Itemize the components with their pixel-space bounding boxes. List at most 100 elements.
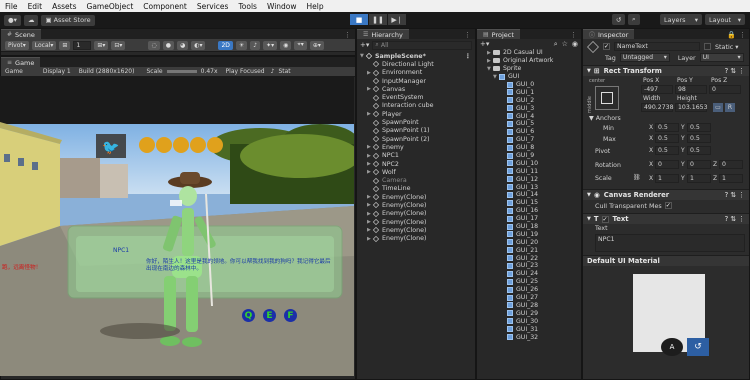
- hierarchy-item[interactable]: Directional Light: [360, 60, 475, 68]
- menu-help[interactable]: Help: [302, 2, 329, 11]
- scale-x-field[interactable]: 1: [655, 174, 679, 183]
- blueprint-mode-icon[interactable]: ▭: [713, 103, 723, 112]
- material-header[interactable]: Default UI Material: [583, 255, 749, 266]
- project-sprite-item[interactable]: GUI_28: [481, 302, 581, 310]
- project-sprite-item[interactable]: GUI_22: [481, 254, 581, 262]
- tab-scene[interactable]: # Scene: [1, 29, 41, 39]
- menu-assets[interactable]: Assets: [47, 2, 81, 11]
- project-sprite-item[interactable]: GUI_4: [481, 112, 581, 120]
- tab-game[interactable]: ≡ Game: [1, 57, 41, 67]
- shading-wireframe-icon[interactable]: ◌: [148, 40, 160, 50]
- component-menu-icon[interactable]: ? ⇅ ⋮: [725, 215, 745, 223]
- project-sprite-item[interactable]: GUI_1: [481, 88, 581, 96]
- canvas-renderer-header[interactable]: ▼ ◉ Canvas Renderer ? ⇅ ⋮: [583, 189, 749, 200]
- rot-y-field[interactable]: 0: [687, 160, 711, 169]
- panel-menu-icon[interactable]: ⋮: [739, 31, 746, 39]
- pos-x-field[interactable]: -497: [641, 85, 673, 94]
- hierarchy-item[interactable]: SpawnPoint (2): [360, 135, 475, 143]
- add-icon[interactable]: +▾: [480, 40, 489, 48]
- menu-gameobject[interactable]: GameObject: [82, 2, 139, 11]
- pivot-toggle[interactable]: Pivot ▾: [5, 40, 29, 50]
- project-sprite-item[interactable]: GUI_20: [481, 238, 581, 246]
- project-folder-row[interactable]: ▼ Sprite: [481, 65, 581, 73]
- tab-project[interactable]: ▤ Project: [477, 29, 520, 39]
- project-sprite-item[interactable]: GUI_12: [481, 175, 581, 183]
- width-field[interactable]: 490.2738: [641, 103, 674, 112]
- hidden-packages-icon[interactable]: ◉: [572, 40, 578, 48]
- audio-toggle-icon[interactable]: ♪: [250, 40, 261, 50]
- display-dropdown[interactable]: Display 1: [43, 68, 71, 75]
- expand-arrow-icon[interactable]: ▶: [367, 202, 373, 208]
- menu-file[interactable]: File: [0, 2, 23, 11]
- project-sprite-item[interactable]: GUI_11: [481, 167, 581, 175]
- increment-snap-icon[interactable]: ⊟▾: [111, 40, 126, 50]
- project-sprite-item[interactable]: GUI_30: [481, 317, 581, 325]
- hierarchy-item[interactable]: ▶ Player: [360, 110, 475, 118]
- pivot-x-field[interactable]: 0.5: [655, 146, 679, 155]
- menu-tools[interactable]: Tools: [233, 2, 261, 11]
- panel-menu-icon[interactable]: ⋮: [344, 31, 351, 39]
- rect-transform-header[interactable]: ▼ ⊞ Rect Transform ? ⇅ ⋮: [583, 65, 749, 76]
- component-menu-icon[interactable]: ? ⇅ ⋮: [725, 191, 745, 199]
- hierarchy-item[interactable]: ▶ Enemy(Clone): [360, 193, 475, 201]
- hidden-objects-icon[interactable]: ◉: [280, 40, 292, 50]
- hierarchy-search-input[interactable]: ⌕ All: [372, 40, 472, 50]
- play-button[interactable]: ■: [350, 14, 368, 25]
- menu-services[interactable]: Services: [192, 2, 234, 11]
- project-sprite-item[interactable]: GUI_6: [481, 128, 581, 136]
- object-name-field[interactable]: NameText: [614, 42, 700, 51]
- pivot-y-field[interactable]: 0.5: [687, 146, 711, 155]
- hierarchy-item[interactable]: ▶ Enemy(Clone): [360, 218, 475, 226]
- hierarchy-item[interactable]: InputManager: [360, 77, 475, 85]
- anchors-foldout[interactable]: ▼ Anchors: [589, 115, 621, 122]
- menu-edit[interactable]: Edit: [23, 2, 48, 11]
- hierarchy-item[interactable]: SpawnPoint: [360, 118, 475, 126]
- chevron-down-icon[interactable]: ▾: [735, 43, 738, 51]
- camera-settings-icon[interactable]: ⌖▾: [294, 40, 307, 50]
- rot-x-field[interactable]: 0: [655, 160, 679, 169]
- hierarchy-item[interactable]: Interaction cube: [360, 102, 475, 110]
- hierarchy-item[interactable]: ▶ Canvas: [360, 85, 475, 93]
- hierarchy-item[interactable]: ▶ Wolf: [360, 168, 475, 176]
- sync-icon[interactable]: ↺: [687, 338, 709, 356]
- grid-size-field[interactable]: 1: [73, 40, 92, 50]
- project-sprite-item[interactable]: GUI_15: [481, 199, 581, 207]
- expand-arrow-icon[interactable]: ▶: [367, 227, 373, 233]
- height-field[interactable]: 103.1653: [675, 103, 708, 112]
- menu-component[interactable]: Component: [138, 2, 192, 11]
- min-y-field[interactable]: 0.5: [687, 123, 711, 132]
- hierarchy-item[interactable]: ▶ Environment: [360, 69, 475, 77]
- cull-transparent-checkbox[interactable]: ✓: [664, 202, 672, 209]
- raw-edit-mode-icon[interactable]: R: [725, 103, 735, 112]
- menu-window[interactable]: Window: [262, 2, 302, 11]
- scene-menu-icon[interactable]: ⋮: [465, 53, 471, 60]
- account-button[interactable]: ●▾: [4, 14, 21, 26]
- anchor-preset-button[interactable]: [595, 86, 619, 110]
- game-view[interactable]: 🐦 NPC1 你好，陌生人！这里是我的领地。你可以帮我找到我的狗吗？我记得它最后…: [0, 76, 354, 376]
- game-mode-dropdown[interactable]: Game: [5, 68, 23, 75]
- effects-toggle-icon[interactable]: ✦▾: [263, 40, 278, 50]
- hierarchy-item[interactable]: ▶ Enemy(Clone): [360, 201, 475, 209]
- search-button[interactable]: ⌕: [628, 14, 640, 25]
- project-sprite-item[interactable]: GUI_7: [481, 136, 581, 144]
- undo-history-button[interactable]: ↺: [612, 14, 626, 25]
- component-menu-icon[interactable]: ? ⇅ ⋮: [725, 67, 745, 75]
- text-value-field[interactable]: NPC1: [595, 234, 745, 252]
- shading-shaded-icon[interactable]: ●: [162, 40, 174, 50]
- project-sprite-item[interactable]: GUI_27: [481, 294, 581, 302]
- resolution-dropdown[interactable]: Build (2880x1620): [79, 68, 135, 75]
- panel-menu-icon[interactable]: ⋮: [464, 31, 471, 39]
- lock-icon[interactable]: 🔒: [727, 31, 736, 39]
- project-sprite-item[interactable]: GUI_24: [481, 270, 581, 278]
- project-sprite-item[interactable]: GUI_9: [481, 152, 581, 160]
- step-button[interactable]: ▶❘: [388, 14, 406, 25]
- rot-z-field[interactable]: 0: [719, 160, 743, 169]
- project-sprite-item[interactable]: GUI_13: [481, 183, 581, 191]
- project-sprite-item[interactable]: GUI_0: [481, 81, 581, 89]
- mode-2d-button[interactable]: 2D: [218, 40, 233, 50]
- grid-snap-icon[interactable]: ⊞: [59, 40, 71, 50]
- snap-settings-icon[interactable]: ⊞▾: [94, 40, 109, 50]
- asset-store-button[interactable]: ▣ Asset Store: [41, 14, 95, 26]
- hierarchy-item[interactable]: ▶ Enemy(Clone): [360, 226, 475, 234]
- scale-y-field[interactable]: 1: [687, 174, 711, 183]
